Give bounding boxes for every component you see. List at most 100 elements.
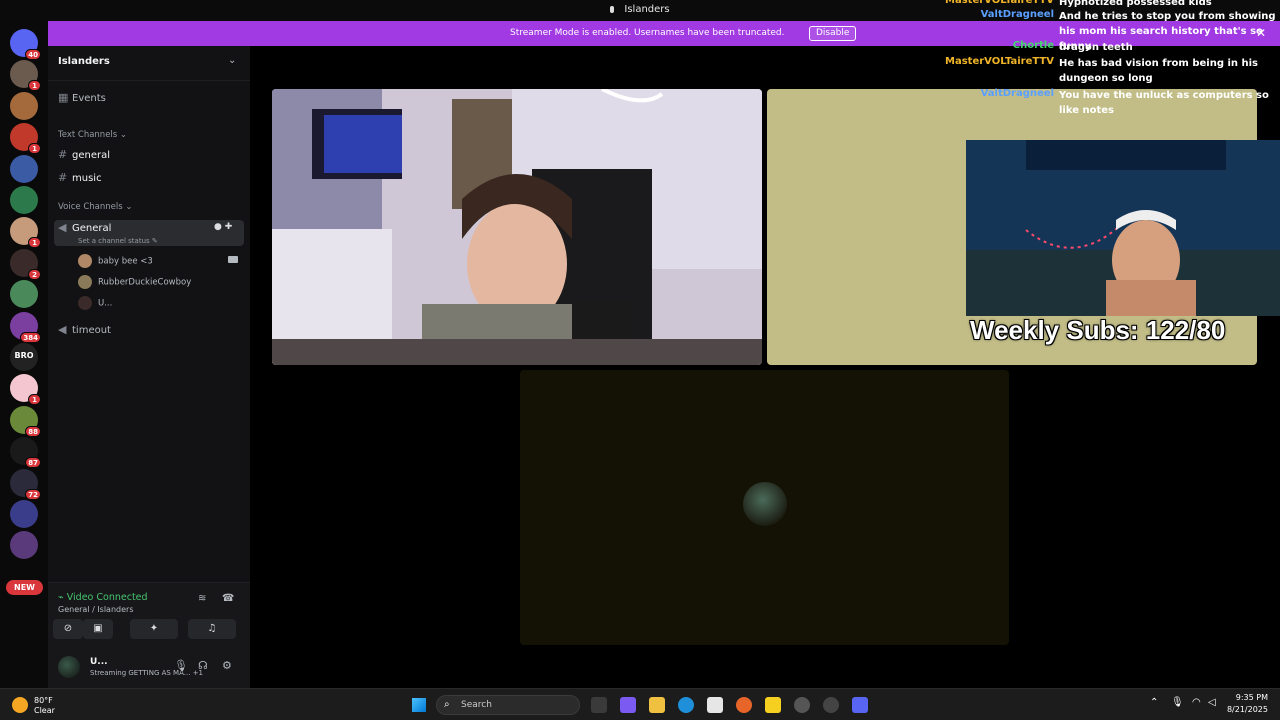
disable-button[interactable]: Disable	[809, 26, 857, 41]
discord-icon[interactable]	[852, 697, 868, 713]
app-icon[interactable]	[823, 697, 839, 713]
server-icon[interactable]: 72	[10, 469, 41, 500]
text-channels-category[interactable]: Text Channels ⌄	[58, 130, 127, 140]
screen-share-button[interactable]: ▣	[83, 619, 113, 639]
wifi-icon[interactable]: ◠	[1192, 697, 1201, 708]
taskbar-search[interactable]: ⌕ Search	[436, 695, 580, 715]
mention-badge: 87	[25, 457, 41, 468]
voice-channel-timeout[interactable]: ◀ timeout	[58, 323, 111, 336]
voice-member[interactable]: baby bee <3	[78, 254, 153, 268]
voice-connection-panel: ⌁ Video Connected General / Islanders ≋ …	[48, 582, 250, 688]
mention-badge: 1	[28, 143, 41, 154]
channel-general[interactable]: # general	[58, 148, 110, 161]
speaker-icon: ◀	[58, 323, 67, 336]
mention-badge: 1	[28, 394, 41, 405]
server-icon[interactable]	[10, 92, 38, 120]
volume-icon[interactable]: ◁	[1208, 697, 1216, 708]
chevron-up-icon[interactable]: ⌃	[1150, 697, 1158, 708]
voice-channel-general[interactable]: ◀ General	[58, 221, 111, 234]
channel-music[interactable]: # music	[58, 171, 102, 184]
window-title: Islanders	[624, 4, 670, 15]
server-icon[interactable]	[10, 186, 38, 214]
chat-username: MasterVOLTaireTTV	[945, 56, 1054, 67]
file-explorer-icon[interactable]	[649, 697, 665, 713]
voice-status[interactable]: ⌁ Video Connected	[58, 592, 148, 603]
user-name: U...	[90, 657, 108, 667]
mic-icon[interactable]: 🎙	[1171, 697, 1184, 708]
noise-suppression-icon[interactable]: ≋	[198, 593, 206, 604]
server-icon[interactable]	[10, 280, 38, 308]
mention-badge: 384	[20, 332, 41, 343]
weekly-subs-counter: Weekly Subs: 122/80	[970, 315, 1226, 345]
server-name[interactable]: Islanders	[58, 56, 110, 67]
new-badge[interactable]: NEW	[6, 580, 43, 595]
headphones-icon[interactable]: ☊	[198, 659, 208, 672]
chat-username: ValtDragneel	[980, 9, 1054, 20]
video-tile-avatar[interactable]	[520, 370, 1009, 645]
copilot-icon[interactable]	[620, 697, 636, 713]
voice-channels-category[interactable]: Voice Channels ⌄	[58, 202, 132, 212]
avatar	[58, 656, 80, 678]
clock-date[interactable]: 8/21/2025	[1218, 705, 1268, 714]
channel-sidebar: Islanders ⌄ ▦ Events Text Channels ⌄ # gen…	[48, 46, 250, 688]
chat-text: You have the unluck as computers so like…	[1059, 90, 1269, 116]
server-icon[interactable]: 1	[10, 123, 41, 154]
mention-badge: 40	[25, 49, 41, 60]
overlay-webcam	[966, 140, 1280, 316]
chat-username: ValtDragneel	[980, 88, 1054, 99]
firefox-icon[interactable]	[736, 697, 752, 713]
obs-icon[interactable]	[794, 697, 810, 713]
mention-badge: 88	[25, 426, 41, 437]
sticky-notes-icon[interactable]	[765, 697, 781, 713]
mic-icon[interactable]: 🎙	[174, 659, 188, 672]
server-label: BRO	[14, 351, 34, 360]
mention-badge: 2	[28, 269, 41, 280]
voice-location[interactable]: General / Islanders	[58, 605, 134, 614]
mention-badge: 1	[28, 237, 41, 248]
edge-icon[interactable]	[678, 697, 694, 713]
server-icon[interactable]: 1	[10, 217, 41, 248]
server-icon[interactable]: 1	[10, 374, 41, 405]
voice-channel-actions: ● ✚	[214, 222, 232, 232]
banner-text: Streamer Mode is enabled. Usernames have…	[510, 28, 785, 38]
server-icon[interactable]: 40	[10, 29, 41, 60]
video-tile-streamer[interactable]	[272, 89, 762, 365]
mention-badge: 72	[25, 489, 41, 500]
server-icon[interactable]	[10, 155, 38, 183]
events-link[interactable]: ▦ Events	[58, 91, 106, 104]
chevron-down-icon[interactable]: ⌄	[228, 55, 236, 66]
disconnect-icon[interactable]: ☎	[222, 593, 234, 604]
store-icon[interactable]	[707, 697, 723, 713]
channel-status-link[interactable]: Set a channel status ✎	[78, 237, 158, 245]
activity-button[interactable]: ✦	[130, 619, 178, 639]
add-user-icon[interactable]: ✚	[225, 222, 233, 232]
server-icon[interactable]: 2	[10, 249, 41, 280]
server-icon[interactable]: 87	[10, 437, 41, 468]
camera-icon	[228, 256, 238, 263]
taskbar: 80°F Clear ⌕ Search ⌃ 🎙 ◠ ◁ 9:35 PM 8/21…	[0, 688, 1280, 720]
voice-member[interactable]: RubberDuckieCowboy	[78, 275, 191, 289]
server-icon[interactable]: BRO	[10, 343, 38, 371]
camera-off-button[interactable]: ⊘	[53, 619, 83, 639]
chat-text: dragon teeth	[1059, 42, 1133, 53]
hash-icon: #	[58, 171, 68, 184]
speaker-icon: ◀	[58, 221, 67, 234]
chat-username: Chortle	[1012, 40, 1054, 51]
task-view-icon[interactable]	[591, 697, 607, 713]
overlay-webcam-feed	[966, 140, 1280, 316]
voice-member[interactable]: U...	[78, 296, 112, 310]
server-icon[interactable]: 384	[10, 312, 41, 343]
server-icon[interactable]	[10, 531, 38, 559]
discord-icon	[610, 5, 615, 13]
avatar	[78, 275, 92, 289]
gear-icon[interactable]: ⚙	[222, 659, 232, 672]
chat-username: MasterVOLTaireTTV	[945, 0, 1054, 6]
soundboard-button[interactable]: ♫	[188, 619, 236, 639]
server-icon[interactable]	[10, 500, 38, 528]
chat-icon[interactable]: ●	[214, 222, 222, 232]
server-icon[interactable]: 1	[10, 60, 41, 91]
server-icon[interactable]: 88	[10, 406, 41, 437]
server-list: 40 1 1 1 2 384 BRO 1 88 87 72 NEW	[0, 21, 48, 688]
clock-time[interactable]: 9:35 PM	[1228, 693, 1268, 702]
windows-start-icon[interactable]	[412, 698, 426, 712]
